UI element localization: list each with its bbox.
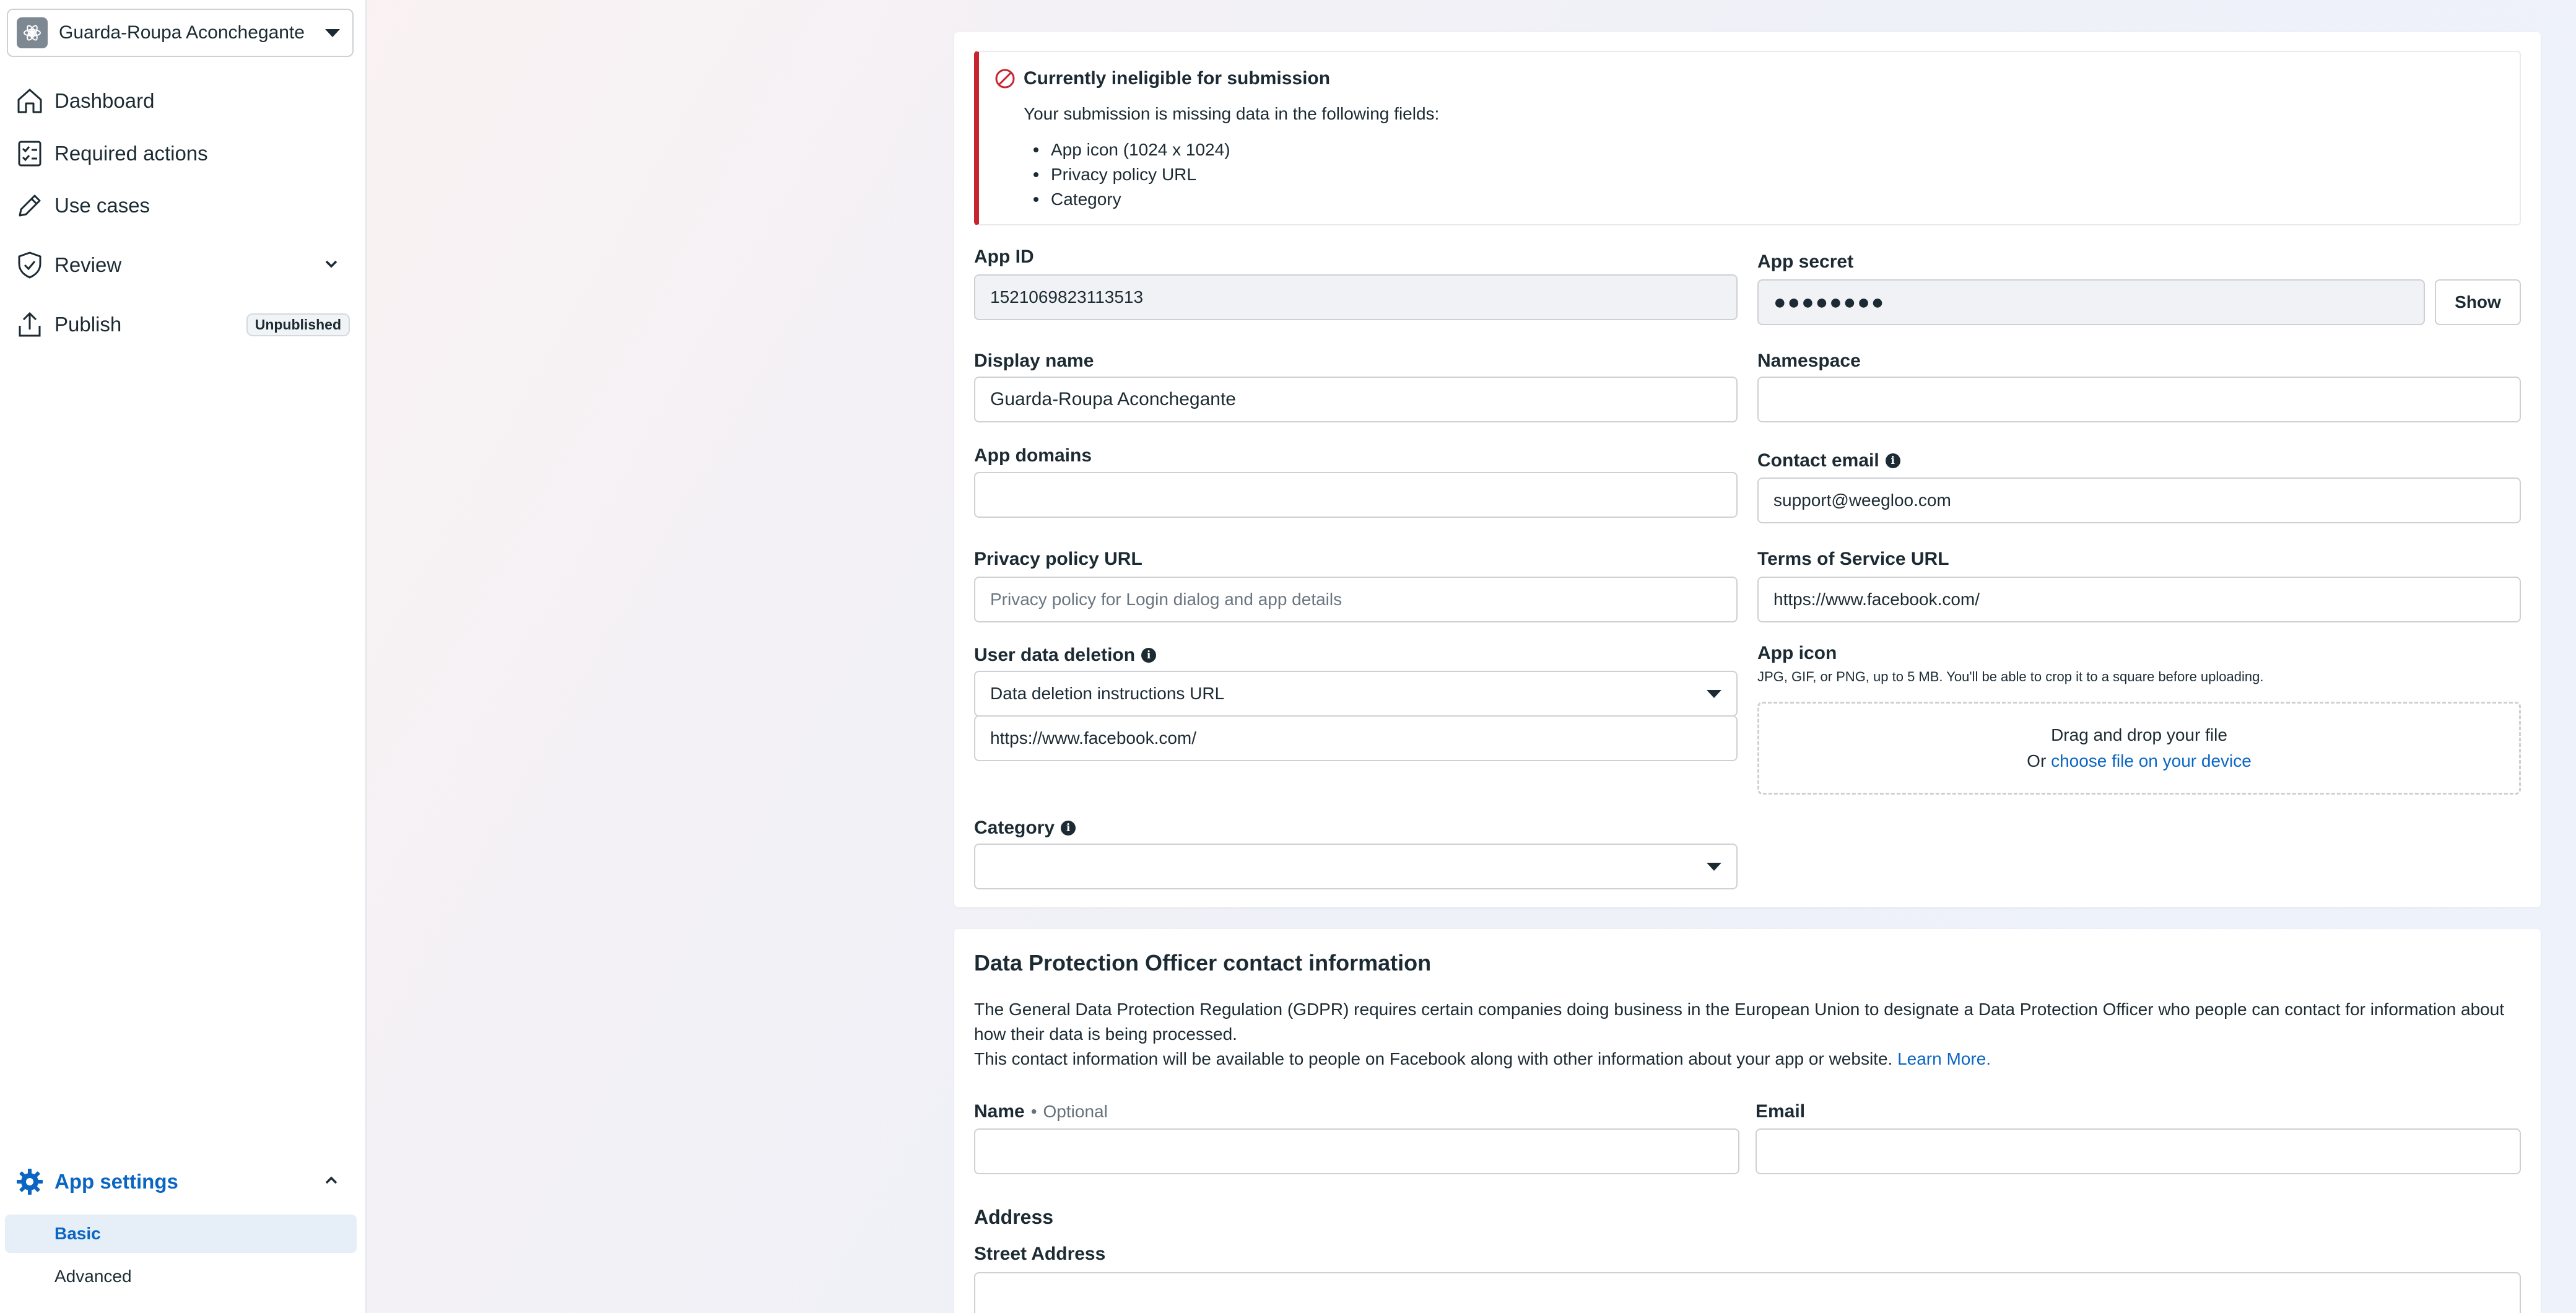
privacy-policy-label: Privacy policy URL [974, 549, 1142, 569]
checklist-icon [12, 136, 47, 171]
alert-title: Currently ineligible for submission [1024, 68, 1331, 89]
sidebar-item-required-actions[interactable]: Required actions [12, 132, 350, 175]
chevron-down-icon [325, 28, 340, 37]
dpo-name-field[interactable] [974, 1128, 1739, 1174]
sidebar-item-publish[interactable]: Publish Unpublished [12, 303, 350, 346]
app-logo-icon [17, 17, 48, 48]
chevron-down-icon [1707, 862, 1721, 871]
sidebar-item-label: App settings [54, 1170, 178, 1193]
street-address-field[interactable] [974, 1272, 2521, 1313]
terms-of-service-field[interactable]: https://www.facebook.com/ [1757, 577, 2521, 622]
dpo-title: Data Protection Officer contact informat… [974, 950, 1432, 975]
show-secret-button[interactable]: Show [2435, 279, 2521, 325]
app-id-field[interactable]: 1521069823113513 [974, 274, 1738, 320]
info-icon[interactable]: i [1141, 648, 1157, 663]
app-icon-hint: JPG, GIF, or PNG, up to 5 MB. You'll be … [1757, 669, 2264, 684]
learn-more-link[interactable]: Learn More. [1897, 1049, 1991, 1068]
namespace-field[interactable] [1757, 377, 2521, 422]
category-label: Category i [974, 818, 1076, 839]
info-icon[interactable]: i [1061, 821, 1076, 835]
dropzone-alt-text: Or choose file on your device [2027, 751, 2252, 770]
alert-text: Your submission is missing data in the f… [1024, 104, 1440, 123]
info-icon[interactable]: i [1885, 453, 1900, 468]
dropzone-text: Drag and drop your file [2051, 725, 2227, 744]
user-data-deletion-select[interactable]: Data deletion instructions URL [974, 671, 1738, 717]
list-item: Category [1033, 187, 1230, 212]
app-secret-label: App secret [1757, 251, 1854, 272]
namespace-label: Namespace [1757, 351, 1861, 371]
chevron-up-icon [323, 1172, 340, 1192]
app-icon-dropzone[interactable]: Drag and drop your file Or choose file o… [1757, 702, 2521, 795]
sidebar: Guarda-Roupa Aconchegante Dashboard Requ… [0, 0, 367, 1313]
app-name: Guarda-Roupa Aconchegante [59, 22, 305, 43]
list-item: Privacy policy URL [1033, 162, 1230, 187]
app-domains-label: App domains [974, 445, 1092, 466]
data-deletion-url-field[interactable]: https://www.facebook.com/ [974, 715, 1738, 761]
app-icon-label: App icon [1757, 643, 1837, 663]
list-item: App icon (1024 x 1024) [1033, 137, 1230, 162]
upload-icon [12, 307, 47, 342]
address-heading: Address [974, 1206, 1054, 1228]
privacy-policy-field[interactable]: Privacy policy for Login dialog and app … [974, 577, 1738, 622]
dpo-email-field[interactable] [1756, 1128, 2521, 1174]
display-name-field[interactable]: Guarda-Roupa Aconchegante [974, 377, 1738, 422]
app-id-label: App ID [974, 246, 1034, 267]
choose-file-link[interactable]: choose file on your device [2051, 751, 2252, 770]
home-icon [12, 84, 47, 118]
sidebar-item-label: Dashboard [54, 89, 155, 112]
chevron-down-icon [323, 255, 340, 276]
sidebar-item-label: Required actions [54, 142, 208, 165]
display-name-label: Display name [974, 351, 1094, 371]
chevron-down-icon [1707, 689, 1721, 698]
contact-email-label: Contact email i [1757, 450, 1900, 471]
sidebar-item-label: Publish [54, 313, 122, 336]
contact-email-field[interactable]: support@weegloo.com [1757, 478, 2521, 523]
app-domains-field[interactable] [974, 472, 1738, 518]
sidebar-item-app-settings[interactable]: App settings [12, 1160, 350, 1203]
sidebar-item-review[interactable]: Review [12, 243, 350, 287]
user-data-deletion-label: User data deletion i [974, 645, 1157, 666]
app-switcher[interactable]: Guarda-Roupa Aconchegante [7, 9, 354, 57]
dpo-name-label: Name • Optional [974, 1101, 1108, 1122]
sidebar-item-label: Use cases [54, 194, 150, 217]
status-badge: Unpublished [246, 313, 350, 336]
sidebar-item-label: Review [54, 253, 122, 276]
dpo-description: The General Data Protection Regulation (… [974, 1000, 2505, 1068]
app-secret-field[interactable]: ●●●●●●●● [1757, 279, 2425, 325]
dpo-email-label: Email [1756, 1101, 1806, 1122]
shield-check-icon [12, 248, 47, 282]
prohibited-icon [994, 68, 1016, 89]
dpo-card [954, 929, 2541, 1313]
sidebar-subitem-basic[interactable]: Basic [5, 1215, 357, 1253]
sidebar-subitem-advanced[interactable]: Advanced [5, 1257, 357, 1296]
terms-of-service-label: Terms of Service URL [1757, 549, 1949, 569]
sidebar-item-dashboard[interactable]: Dashboard [12, 79, 350, 123]
street-address-label: Street Address [974, 1244, 1106, 1264]
pencil-icon [12, 188, 47, 223]
category-select[interactable] [974, 844, 1738, 889]
missing-fields-list: App icon (1024 x 1024) Privacy policy UR… [1033, 137, 1230, 212]
gear-icon [12, 1164, 47, 1199]
sidebar-item-use-cases[interactable]: Use cases [12, 184, 350, 227]
